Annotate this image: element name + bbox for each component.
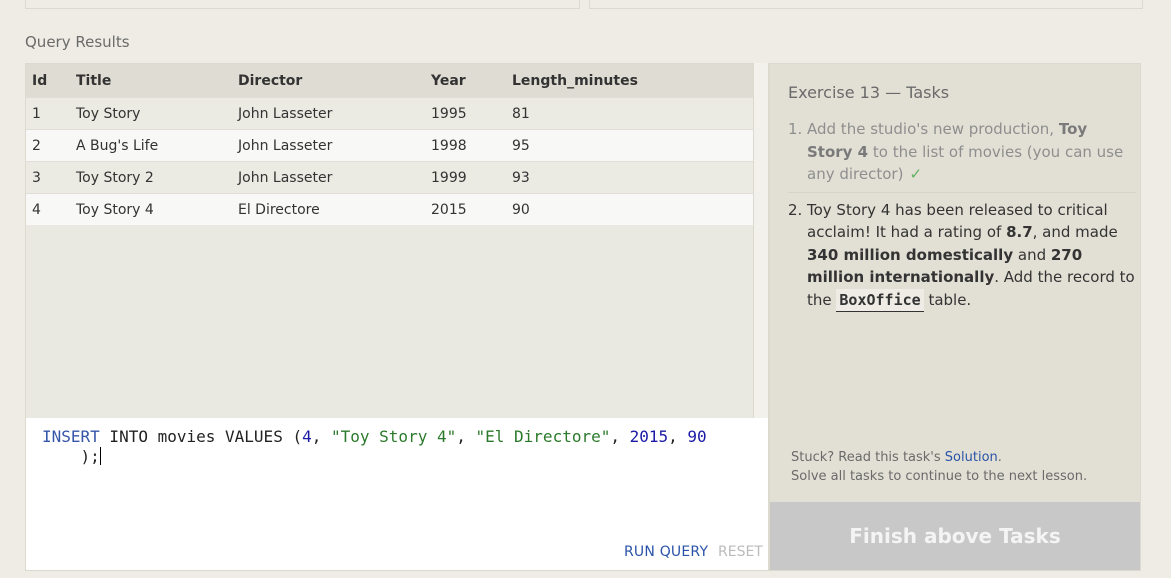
task-number: 2. [788, 200, 803, 219]
results-scrollbar[interactable] [754, 63, 769, 418]
column-header-length: Length_minutes [512, 64, 753, 98]
task-text: table. [923, 290, 972, 309]
code-text: , [668, 427, 688, 446]
column-header-title: Title [76, 64, 238, 98]
code-string: "Toy Story 4" [331, 427, 457, 446]
code-text: , [311, 427, 331, 446]
sql-code[interactable]: INSERT INTO movies VALUES (4, "Toy Story… [42, 427, 754, 467]
table-cell: El Directore [238, 193, 431, 225]
table-cell: 81 [512, 97, 753, 130]
query-results-label: Query Results [25, 33, 130, 51]
reset-button[interactable]: RESET [718, 544, 763, 560]
column-header-year: Year [431, 64, 512, 98]
tasks-panel: Exercise 13 — Tasks 1. Add the studio's … [769, 63, 1141, 571]
task-text: Add the studio's new production, [807, 120, 1059, 138]
code-text: ); [80, 447, 100, 466]
text-cursor [99, 447, 101, 465]
table-cell: A Bug's Life [76, 129, 238, 162]
table-cell: 1999 [431, 161, 512, 194]
code-text: INTO movies VALUES ( [99, 427, 303, 446]
solution-link[interactable]: Solution [945, 450, 998, 465]
table-cell: 90 [512, 193, 753, 225]
table-row: 1 Toy Story John Lasseter 1995 81 [26, 97, 753, 130]
code-number: 2015 [629, 427, 669, 446]
top-left-panel [25, 0, 580, 9]
table-row: 2 A Bug's Life John Lasseter 1998 95 [26, 129, 753, 162]
table-cell: 1998 [431, 129, 512, 162]
code-string: "El Directore" [475, 427, 611, 446]
top-right-panel [589, 0, 1143, 9]
table-cell: 93 [512, 161, 753, 194]
help-line-2: Solve all tasks to continue to the next … [791, 469, 1088, 484]
task-item-2: 2. Toy Story 4 has been released to crit… [788, 199, 1136, 312]
table-cell: John Lasseter [238, 97, 431, 130]
code-number: 90 [687, 427, 707, 446]
table-cell: 2015 [431, 193, 512, 225]
column-header-id: Id [26, 64, 76, 98]
task-item-1: 1. Add the studio's new production, Toy … [788, 118, 1136, 193]
task-number: 1. [788, 120, 803, 138]
table-cell: Toy Story 4 [76, 193, 238, 225]
task-list: 1. Add the studio's new production, Toy … [788, 118, 1136, 312]
task-text: and [1013, 245, 1051, 264]
table-cell: Toy Story [76, 97, 238, 130]
code-keyword: INSERT [42, 427, 100, 446]
task-text: , and made [1032, 223, 1118, 241]
help-text: Stuck? Read this task's Solution. Solve … [791, 448, 1087, 486]
table-row: 3 Toy Story 2 John Lasseter 1999 93 [26, 161, 753, 194]
task-emphasis: 8.7 [1006, 223, 1033, 241]
column-header-director: Director [238, 64, 431, 98]
table-cell: John Lasseter [238, 161, 431, 194]
table-cell: 1 [26, 97, 76, 130]
sql-editor[interactable]: INSERT INTO movies VALUES (4, "Toy Story… [25, 418, 769, 571]
tasks-heading: Exercise 13 — Tasks [788, 83, 950, 102]
code-number: 4 [302, 427, 312, 446]
table-name-code: BoxOffice [836, 288, 924, 312]
check-icon: ✓ [909, 165, 923, 183]
table-cell: 1995 [431, 97, 512, 130]
table-header-row: Id Title Director Year Length_minutes [26, 64, 753, 98]
table-cell: John Lasseter [238, 129, 431, 162]
table-cell: 3 [26, 161, 76, 194]
results-table: Id Title Director Year Length_minutes 1 … [25, 63, 754, 418]
table-row: 4 Toy Story 4 El Directore 2015 90 [26, 193, 753, 225]
code-text: , [610, 427, 630, 446]
table-cell: Toy Story 2 [76, 161, 238, 194]
code-text: , [456, 427, 476, 446]
table-cell: 4 [26, 193, 76, 225]
table-cell: 2 [26, 129, 76, 162]
help-suffix: . [997, 450, 1002, 465]
help-prefix: Stuck? Read this task's [791, 450, 945, 465]
task-emphasis: 340 million domestically [807, 245, 1014, 264]
run-query-button[interactable]: RUN QUERY [624, 544, 708, 560]
table-cell: 95 [512, 129, 753, 162]
finish-tasks-button[interactable]: Finish above Tasks [770, 502, 1140, 570]
